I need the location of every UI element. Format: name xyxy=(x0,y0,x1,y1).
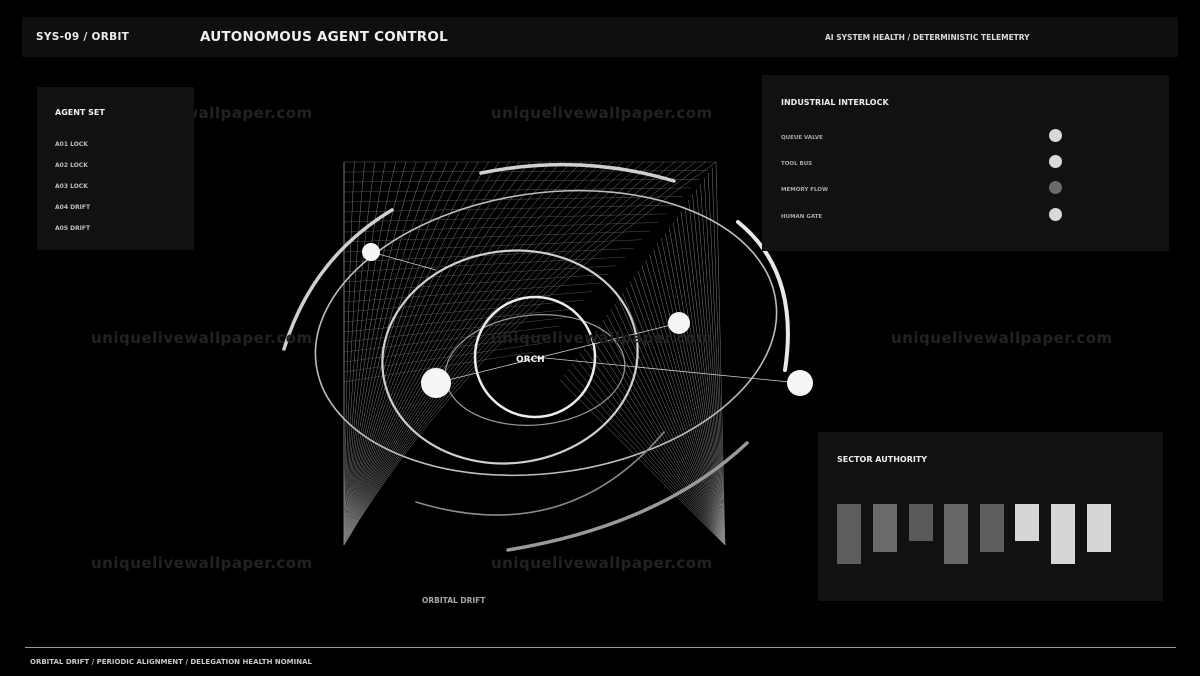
sector-bar xyxy=(944,504,968,564)
system-id: SYS-09 / ORBIT xyxy=(36,31,130,43)
agent-item[interactable]: A04 DRIFT xyxy=(55,204,90,211)
sector-bar-group xyxy=(837,504,1111,564)
interlock-title: INDUSTRIAL INTERLOCK xyxy=(781,98,889,107)
orbit-fan xyxy=(559,161,726,546)
interlock-label: HUMAN GATE xyxy=(781,214,823,220)
watermark: uniquelivewallpaper.com xyxy=(491,104,713,122)
header-bar: SYS-09 / ORBIT AUTONOMOUS AGENT CONTROL … xyxy=(22,17,1178,57)
sector-bar xyxy=(980,504,1004,552)
footer-status: ORBITAL DRIFT / PERIODIC ALIGNMENT / DEL… xyxy=(30,658,312,666)
interlock-label: QUEUE VALVE xyxy=(781,135,823,141)
agent-node[interactable] xyxy=(421,368,451,398)
watermark: uniquelivewallpaper.com xyxy=(91,329,313,347)
sector-bar xyxy=(1015,504,1039,541)
agent-node[interactable] xyxy=(362,243,380,261)
watermark: uniquelivewallpaper.com xyxy=(891,329,1113,347)
agent-set-title: AGENT SET xyxy=(55,108,105,117)
sector-bar xyxy=(1087,504,1111,552)
page-title: AUTONOMOUS AGENT CONTROL xyxy=(200,29,448,45)
agent-set-panel: AGENT SET A01 LOCK A02 LOCK A03 LOCK A04… xyxy=(37,87,194,250)
interlock-status-dot[interactable] xyxy=(1049,155,1062,168)
interlock-status-dot[interactable] xyxy=(1049,181,1062,194)
agent-item[interactable]: A01 LOCK xyxy=(55,141,88,148)
sector-bar xyxy=(909,504,933,541)
system-health-label: AI SYSTEM HEALTH / DETERMINISTIC TELEMET… xyxy=(825,33,1030,42)
sector-bar xyxy=(1051,504,1075,564)
footer-divider xyxy=(25,647,1176,648)
interlock-label: TOOL BUS xyxy=(781,161,813,167)
arc-bottom-left xyxy=(415,431,665,516)
interlock-label: MEMORY FLOW xyxy=(781,187,829,193)
sector-bar xyxy=(873,504,897,552)
industrial-interlock-panel: INDUSTRIAL INTERLOCK QUEUE VALVE TOOL BU… xyxy=(762,75,1169,251)
agent-item[interactable]: A02 LOCK xyxy=(55,162,88,169)
agent-node[interactable] xyxy=(787,370,813,396)
watermark: uniquelivewallpaper.com xyxy=(491,329,713,347)
orch-label: ORCH xyxy=(516,355,545,365)
watermark: uniquelivewallpaper.com xyxy=(91,554,313,572)
agent-item[interactable]: A03 LOCK xyxy=(55,183,88,190)
interlock-status-dot[interactable] xyxy=(1049,129,1062,142)
agent-item[interactable]: A05 DRIFT xyxy=(55,225,90,232)
watermark: uniquelivewallpaper.com xyxy=(491,554,713,572)
interlock-status-dot[interactable] xyxy=(1049,208,1062,221)
arc-top xyxy=(479,162,676,183)
sector-bar xyxy=(837,504,861,564)
sector-authority-panel: SECTOR AUTHORITY xyxy=(818,432,1163,601)
link-line xyxy=(534,356,801,384)
orbit-caption: ORBITAL DRIFT xyxy=(422,596,486,605)
